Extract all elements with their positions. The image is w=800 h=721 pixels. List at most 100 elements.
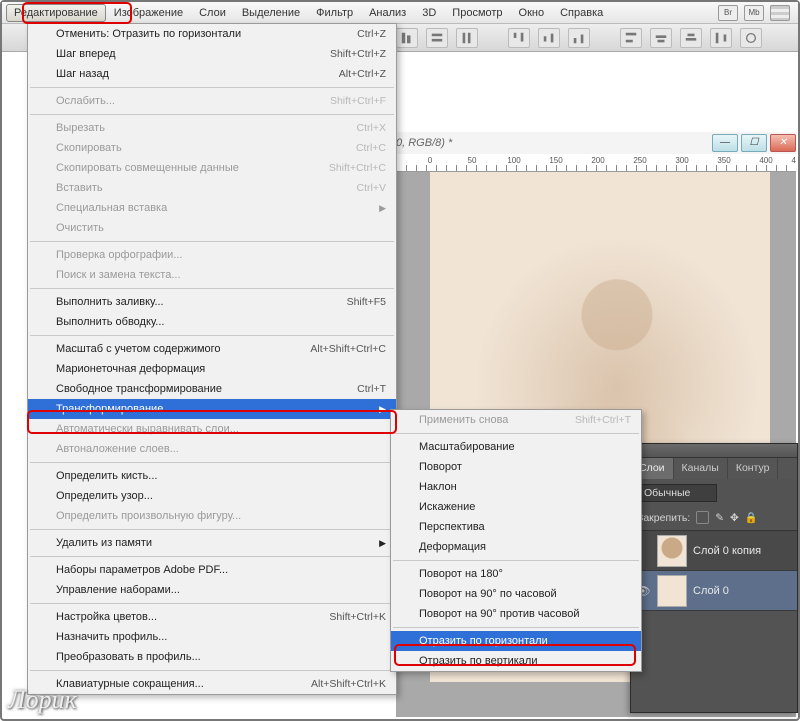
transform-submenu-item[interactable]: Перспектива <box>391 517 641 537</box>
align-icon-3[interactable] <box>456 28 478 48</box>
layers-list: Слой 0 копия 👁 Слой 0 <box>631 530 797 611</box>
layer-thumbnail[interactable] <box>657 575 687 607</box>
dist-icon-6[interactable] <box>680 28 702 48</box>
lock-pixels-icon[interactable] <box>696 511 709 524</box>
document-title-suffix: 0, RGB/8) * <box>396 137 452 149</box>
layer-name[interactable]: Слой 0 <box>693 585 729 597</box>
menu-shortcut: Ctrl+V <box>357 182 386 194</box>
layer-thumbnail[interactable] <box>657 535 687 567</box>
transform-submenu-item[interactable]: Отразить по вертикали <box>391 651 641 671</box>
menu-filter[interactable]: Фильтр <box>308 4 361 22</box>
transform-submenu-item[interactable]: Искажение <box>391 497 641 517</box>
menu-edit[interactable]: Редактирование <box>6 4 106 22</box>
align-icon-1[interactable] <box>396 28 418 48</box>
edit-menu-item: Специальная вставка▶ <box>28 198 396 218</box>
menu-separator <box>30 87 394 88</box>
edit-menu-item[interactable]: Шаг назадAlt+Ctrl+Z <box>28 64 396 84</box>
menu-item-label: Удалить из памяти <box>56 537 373 549</box>
edit-menu-item[interactable]: Выполнить заливку...Shift+F5 <box>28 292 396 312</box>
window-maximize-button[interactable]: ☐ <box>741 134 767 152</box>
menu-help[interactable]: Справка <box>552 4 611 22</box>
transform-submenu-item[interactable]: Наклон <box>391 477 641 497</box>
mb-icon[interactable]: Mb <box>744 5 764 21</box>
menu-item-label: Вставить <box>56 182 357 194</box>
menu-separator <box>30 335 394 336</box>
layer-row[interactable]: Слой 0 копия <box>631 531 797 571</box>
panel-controls: Обычные <box>631 479 797 507</box>
edit-menu-item[interactable]: Свободное трансформированиеCtrl+T <box>28 379 396 399</box>
edit-menu-item[interactable]: Трансформирование▶ <box>28 399 396 419</box>
transform-submenu-item[interactable]: Поворот на 180° <box>391 564 641 584</box>
edit-menu-item[interactable]: Шаг впередShift+Ctrl+Z <box>28 44 396 64</box>
edit-menu-item[interactable]: Определить кисть... <box>28 466 396 486</box>
align-icon-2[interactable] <box>426 28 448 48</box>
layer-name[interactable]: Слой 0 копия <box>693 545 761 557</box>
menu-shortcut: Alt+Ctrl+Z <box>339 68 386 80</box>
menu-item-label: Очистить <box>56 222 386 234</box>
transform-submenu-item: Применить сноваShift+Ctrl+T <box>391 410 641 430</box>
dist-icon-5[interactable] <box>650 28 672 48</box>
dist-icon-8[interactable] <box>740 28 762 48</box>
edit-menu-item[interactable]: Масштаб с учетом содержимогоAlt+Shift+Ct… <box>28 339 396 359</box>
edit-menu-item[interactable]: Наборы параметров Adobe PDF... <box>28 560 396 580</box>
menu-item-label: Настройка цветов... <box>56 611 329 623</box>
edit-menu-item: Поиск и замена текста... <box>28 265 396 285</box>
menu-item-label: Проверка орфографии... <box>56 249 386 261</box>
edit-menu-item[interactable]: Удалить из памяти▶ <box>28 533 396 553</box>
panel-grip[interactable] <box>631 444 797 458</box>
menu-window[interactable]: Окно <box>511 4 553 22</box>
menu-separator <box>393 560 639 561</box>
edit-menu-item[interactable]: Управление наборами... <box>28 580 396 600</box>
tab-channels[interactable]: Каналы <box>674 458 728 479</box>
transform-submenu-item[interactable]: Поворот <box>391 457 641 477</box>
transform-submenu: Применить сноваShift+Ctrl+T Масштабирован… <box>390 409 642 672</box>
dist-icon-2[interactable] <box>538 28 560 48</box>
brush-icon[interactable]: ✎ <box>715 512 724 524</box>
window-minimize-button[interactable]: — <box>712 134 738 152</box>
menu-analysis[interactable]: Анализ <box>361 4 414 22</box>
transform-submenu-item[interactable]: Отразить по горизонтали <box>391 631 641 651</box>
menu-shortcut: Ctrl+X <box>357 122 386 134</box>
menu-image[interactable]: Изображение <box>106 4 191 22</box>
ruler-tick: 0 <box>428 156 432 165</box>
menu-layers[interactable]: Слои <box>191 4 234 22</box>
move-icon[interactable]: ✥ <box>730 512 739 524</box>
layer-row[interactable]: 👁 Слой 0 <box>631 571 797 611</box>
edit-menu-item[interactable]: Преобразовать в профиль... <box>28 647 396 667</box>
transform-submenu-item[interactable]: Деформация <box>391 537 641 557</box>
dist-icon-4[interactable] <box>620 28 642 48</box>
grid-icon[interactable] <box>770 5 790 21</box>
blend-mode-select[interactable]: Обычные <box>637 484 717 502</box>
transform-submenu-item[interactable]: Поворот на 90° против часовой <box>391 604 641 624</box>
menu-item-label: Скопировать совмещенные данные <box>56 162 329 174</box>
menu-separator <box>30 603 394 604</box>
transform-submenu-item[interactable]: Масштабирование <box>391 437 641 457</box>
layers-panel[interactable]: Слои Каналы Контур Обычные Закрепить: ✎ … <box>630 443 798 713</box>
menu-shortcut: Shift+Ctrl+Z <box>330 48 386 60</box>
menubar-right-icons: Br Mb <box>718 5 794 21</box>
tab-paths[interactable]: Контур <box>728 458 779 479</box>
transform-submenu-item[interactable]: Поворот на 90° по часовой <box>391 584 641 604</box>
menu-shortcut: Ctrl+T <box>357 383 386 395</box>
menu-select[interactable]: Выделение <box>234 4 308 22</box>
edit-menu-item[interactable]: Определить узор... <box>28 486 396 506</box>
edit-menu-item[interactable]: Назначить профиль... <box>28 627 396 647</box>
lock-all-icon[interactable]: 🔒 <box>745 511 758 524</box>
edit-menu-item[interactable]: Настройка цветов...Shift+Ctrl+K <box>28 607 396 627</box>
menu-shortcut: Ctrl+Z <box>357 28 386 40</box>
window-close-button[interactable]: ✕ <box>770 134 796 152</box>
dist-icon-3[interactable] <box>568 28 590 48</box>
edit-menu-item[interactable]: Выполнить обводку... <box>28 312 396 332</box>
edit-menu-item[interactable]: Клавиатурные сокращения...Alt+Shift+Ctrl… <box>28 674 396 694</box>
menu-item-label: Наклон <box>419 481 631 493</box>
bridge-icon[interactable]: Br <box>718 5 738 21</box>
edit-menu-item[interactable]: Отменить: Отразить по горизонталиCtrl+Z <box>28 24 396 44</box>
menu-item-label: Определить кисть... <box>56 470 386 482</box>
menu-view[interactable]: Просмотр <box>444 4 510 22</box>
menu-separator <box>30 462 394 463</box>
menu-shortcut: Shift+Ctrl+F <box>330 95 386 107</box>
dist-icon-7[interactable] <box>710 28 732 48</box>
menu-3d[interactable]: 3D <box>414 4 444 22</box>
edit-menu-item[interactable]: Марионеточная деформация <box>28 359 396 379</box>
dist-icon-1[interactable] <box>508 28 530 48</box>
